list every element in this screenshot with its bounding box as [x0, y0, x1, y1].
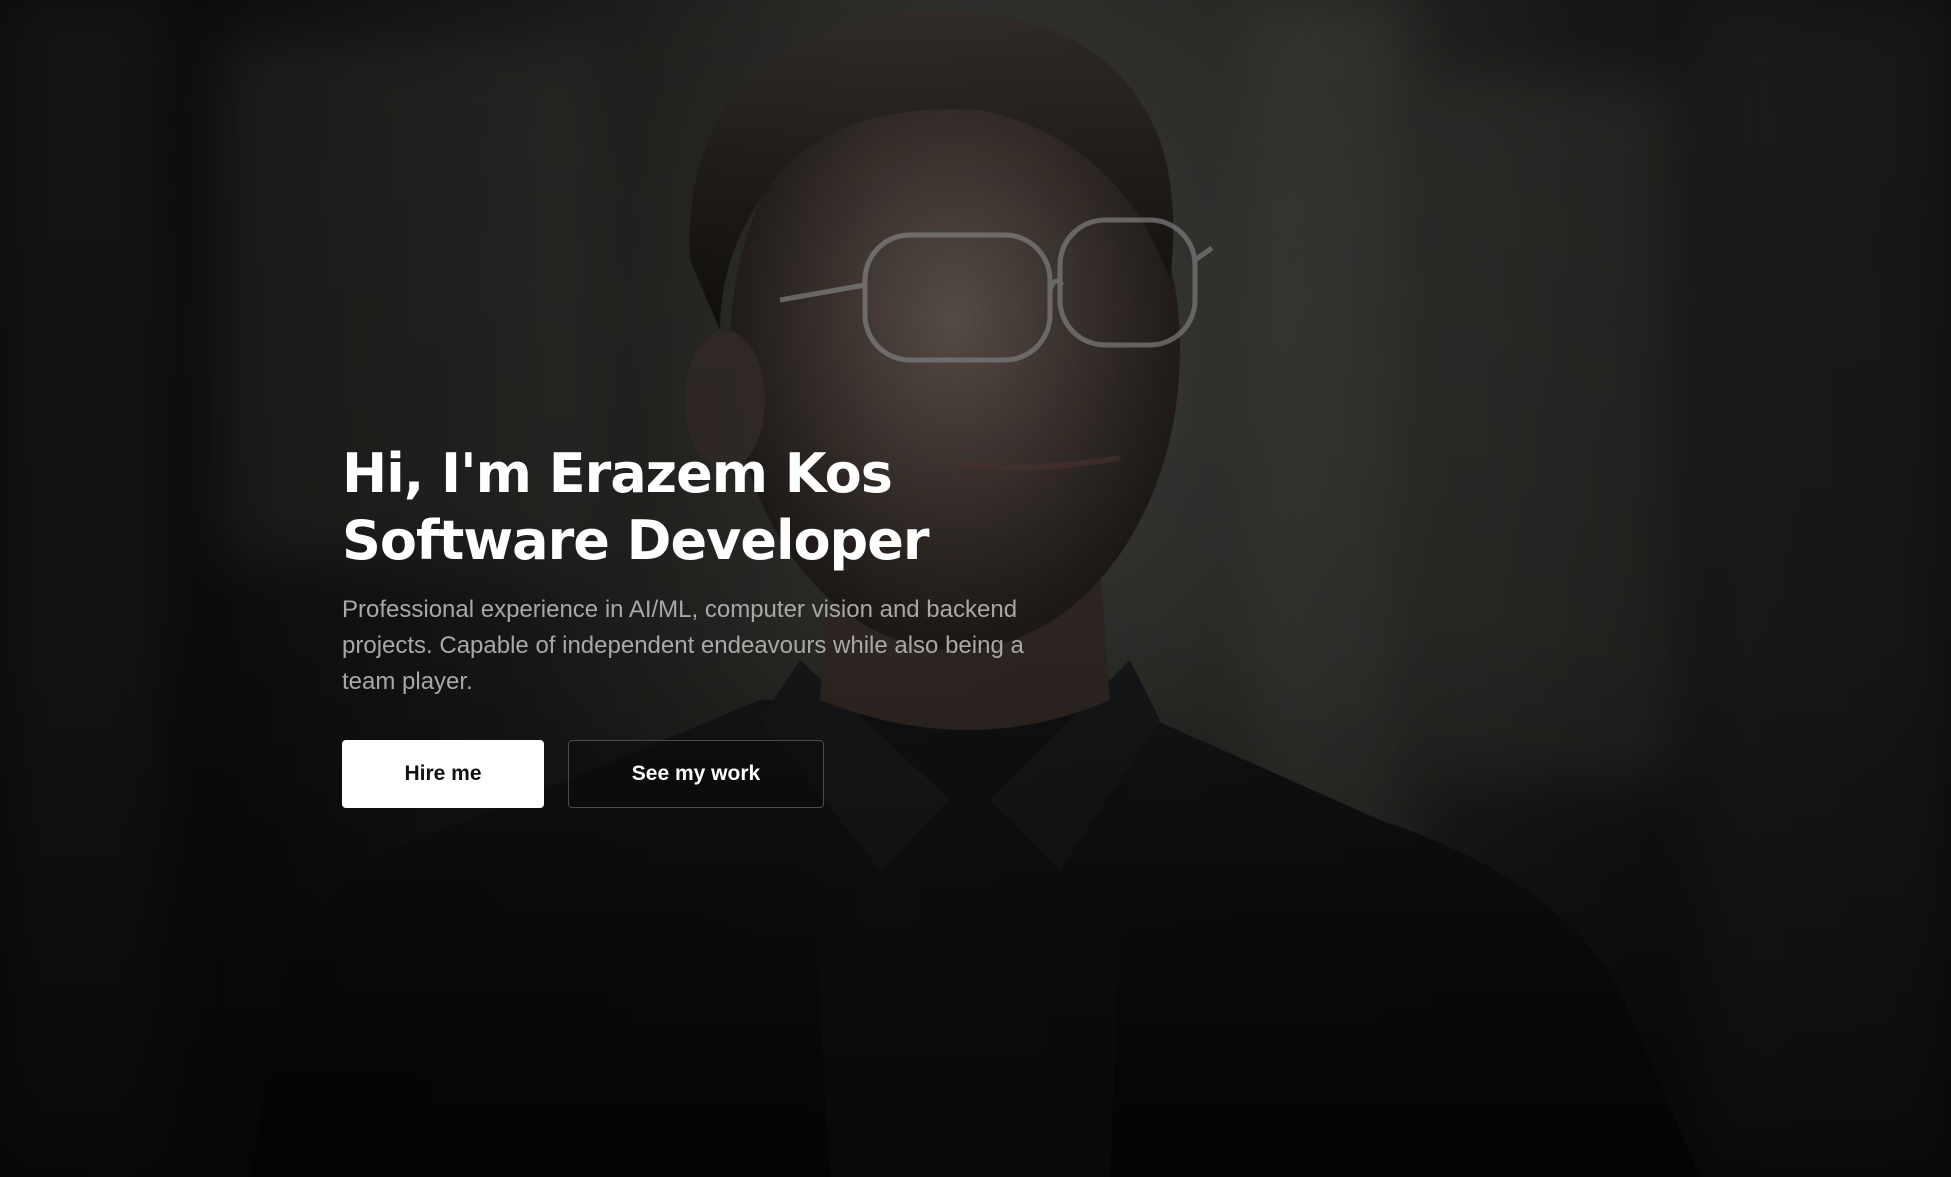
- hero-description: Professional experience in AI/ML, comput…: [342, 596, 1024, 695]
- hero-actions: Hire me See my work: [342, 740, 1102, 808]
- hero-headline: Hi, I'm Erazem Kos Software Developer: [342, 440, 1102, 574]
- hero-content: Hi, I'm Erazem Kos Software Developer Pr…: [342, 440, 1102, 808]
- see-my-work-button[interactable]: See my work: [568, 740, 824, 808]
- hire-me-button[interactable]: Hire me: [342, 740, 544, 808]
- hero-section: Hi, I'm Erazem Kos Software Developer Pr…: [0, 0, 1951, 1177]
- headline-role: Software Developer: [342, 509, 929, 572]
- headline-greeting: Hi, I'm Erazem Kos: [342, 442, 893, 505]
